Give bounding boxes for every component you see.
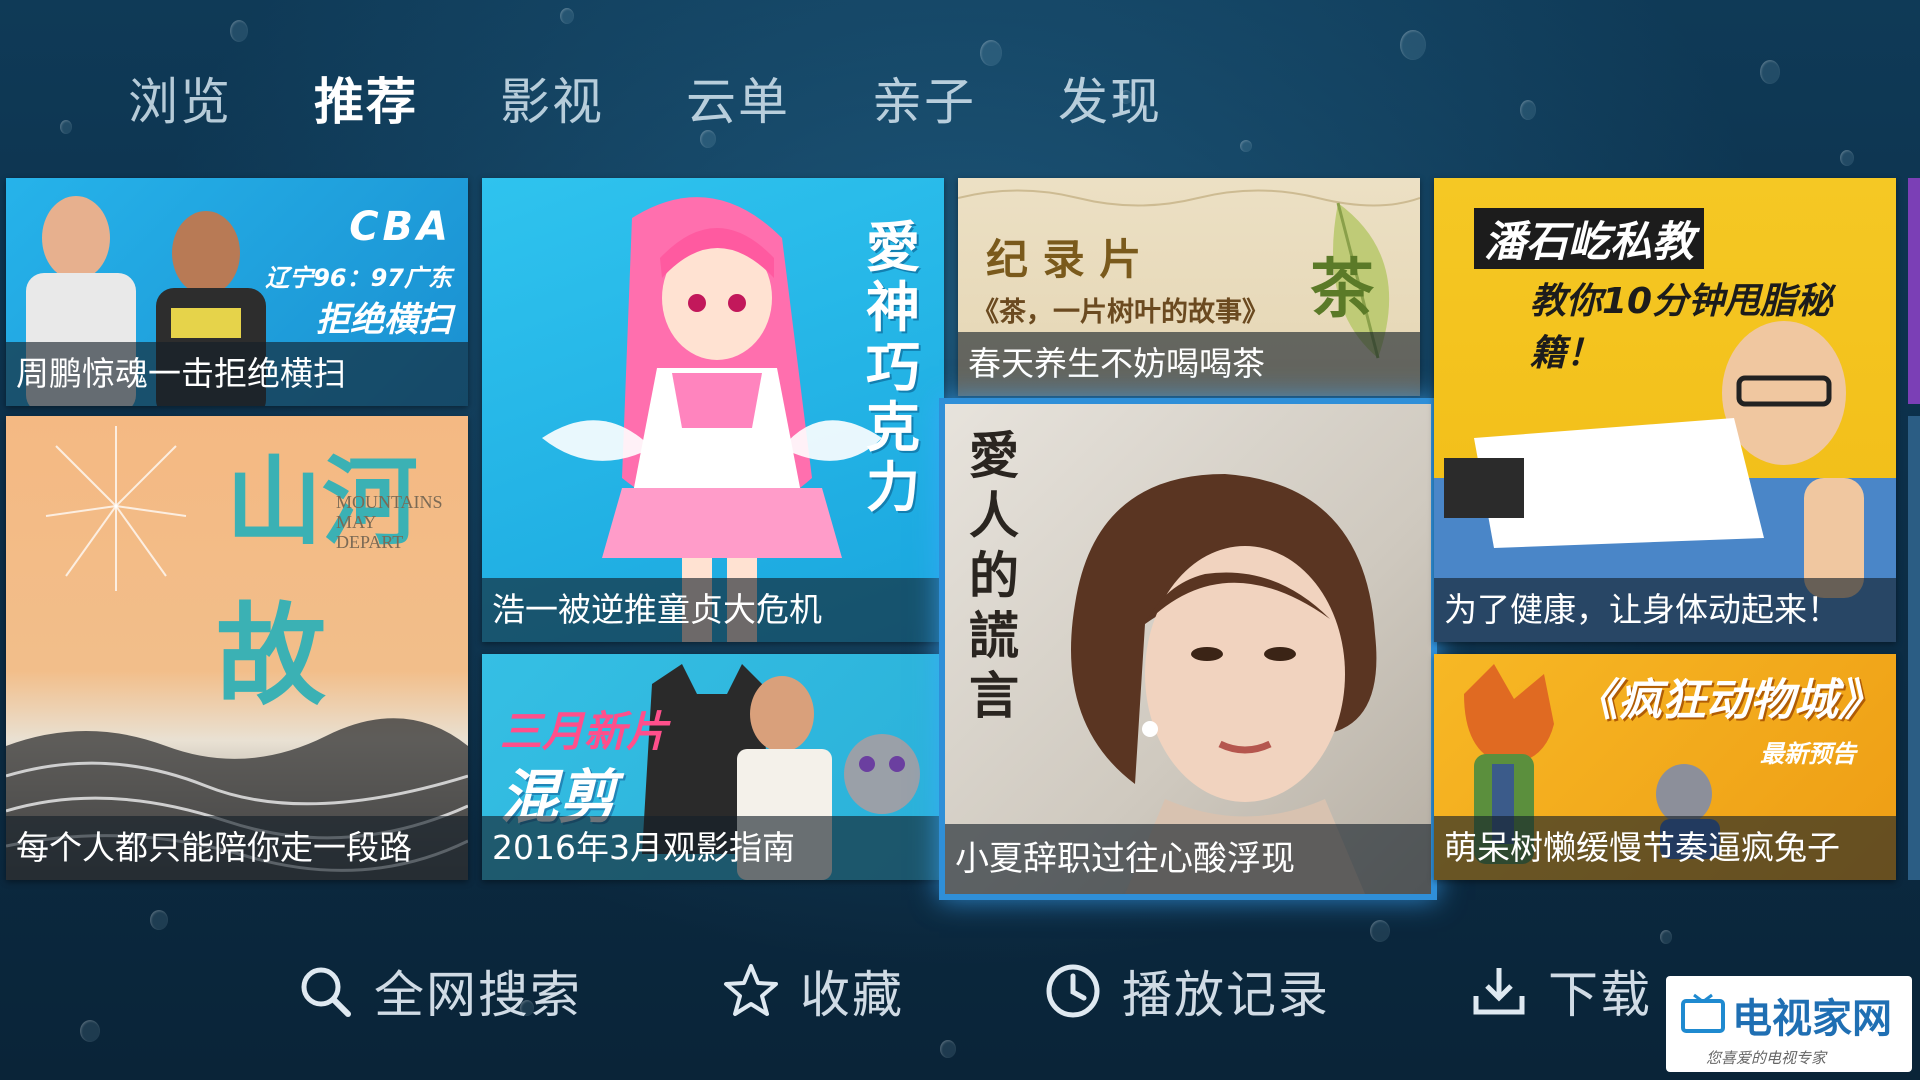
tile-mountains-en-3: DEPART <box>336 532 404 552</box>
tile-mountains-en-2: MAY <box>336 512 377 532</box>
tile-fitness[interactable]: 潘石屹私教 教你10分钟甩脂秘籍！ 为了健康，让身体动起来！ <box>1434 178 1896 642</box>
tile-zootopia[interactable]: 《疯狂动物城》 最新预告 萌呆树懒缓慢节奏逼疯兔子 <box>1434 654 1896 880</box>
watermark-title: 电视家网 <box>1732 996 1892 1042</box>
tile-mountains-caption: 每个人都只能陪你走一段路 <box>6 816 468 880</box>
next-tile-edge-2[interactable] <box>1908 416 1920 880</box>
history-label: 播放记录 <box>1122 966 1330 1024</box>
tile-tea-caption: 春天养生不妨喝喝茶 <box>958 332 1420 396</box>
tile-fitness-title: 潘石屹私教 <box>1474 208 1705 269</box>
tile-cba-headline: 拒绝横扫 <box>316 300 452 340</box>
tab-discover[interactable]: 发现 <box>1058 62 1244 134</box>
tile-mountains-en-1: MOUNTAINS <box>336 492 443 512</box>
tile-tea-subtitle: 《茶，一片树叶的故事》 <box>972 297 1269 328</box>
search-icon <box>301 967 351 1017</box>
bottom-action-bar: 全网搜索 收藏 播放记录 下载 <box>296 955 1792 1027</box>
download-button[interactable]: 下载 <box>1470 955 1652 1027</box>
site-watermark: 电视家网 您喜爱的电视专家 <box>1666 976 1912 1072</box>
tile-tea[interactable]: 纪 录 片 《茶，一片树叶的故事》 茶 春天养生不妨喝喝茶 <box>958 178 1420 396</box>
search-button[interactable]: 全网搜索 <box>296 955 582 1027</box>
tile-cba-title: CBA <box>349 204 452 250</box>
tile-fitness-caption: 为了健康，让身体动起来！ <box>1434 578 1896 642</box>
tile-anime[interactable]: 愛神巧克力 浩一被逆推童贞大危机 <box>482 178 944 642</box>
tile-tea-glyph: 茶 <box>1310 252 1374 327</box>
history-button[interactable]: 播放记录 <box>1044 955 1330 1027</box>
tile-march-movies[interactable]: 三月新片 混剪 2016年3月观影指南 <box>482 654 944 880</box>
tile-drama-title: 愛人的謊言 <box>969 426 1019 725</box>
download-label: 下载 <box>1548 966 1652 1024</box>
tile-tea-title: 纪 录 片 <box>986 235 1142 284</box>
tab-recommend[interactable]: 推荐 <box>314 62 500 134</box>
tab-browse[interactable]: 浏览 <box>128 62 314 134</box>
next-tile-edge[interactable] <box>1908 178 1920 404</box>
tile-cba-score: 辽宁96：97广东 <box>265 264 452 292</box>
tile-fitness-subtitle: 教你10分钟甩脂秘籍！ <box>1530 281 1833 374</box>
tile-march-movies-caption: 2016年3月观影指南 <box>482 816 944 880</box>
tv-logo-icon <box>1681 993 1725 1033</box>
download-icon <box>1473 968 1525 1015</box>
top-nav: 浏览 推荐 影视 云单 亲子 发现 <box>128 62 1244 134</box>
tile-anime-title: 愛神巧克力 <box>866 216 920 519</box>
tile-drama-caption: 小夏辞职过往心酸浮现 <box>945 824 1431 894</box>
tile-cba[interactable]: CBA 辽宁96：97广东 拒绝横扫 周鹏惊魂一击拒绝横扫 <box>6 178 468 406</box>
tile-cba-caption: 周鹏惊魂一击拒绝横扫 <box>6 342 468 406</box>
tile-zootopia-caption: 萌呆树懒缓慢节奏逼疯兔子 <box>1434 816 1896 880</box>
clock-icon <box>1046 964 1100 1018</box>
star-icon <box>724 964 778 1016</box>
tile-mountains-title-2: 故 <box>216 591 326 720</box>
tab-movies[interactable]: 影视 <box>500 62 686 134</box>
watermark-subtitle: 您喜爱的电视专家 <box>1706 1049 1827 1067</box>
tile-zootopia-subtitle: 最新预告 <box>1760 740 1856 768</box>
tile-mountains[interactable]: 山河 故 MOUNTAINS MAY DEPART 每个人都只能陪你走一段路 <box>6 416 468 880</box>
tile-zootopia-title: 《疯狂动物城》 <box>1574 675 1882 726</box>
favorites-button[interactable]: 收藏 <box>722 955 904 1027</box>
tile-anime-caption: 浩一被逆推童贞大危机 <box>482 578 944 642</box>
tab-kids[interactable]: 亲子 <box>872 62 1058 134</box>
favorites-label: 收藏 <box>800 966 904 1024</box>
tab-cloud-list[interactable]: 云单 <box>686 62 872 134</box>
search-label: 全网搜索 <box>374 966 582 1024</box>
tile-drama[interactable]: 愛人的謊言 小夏辞职过往心酸浮现 <box>939 398 1437 900</box>
